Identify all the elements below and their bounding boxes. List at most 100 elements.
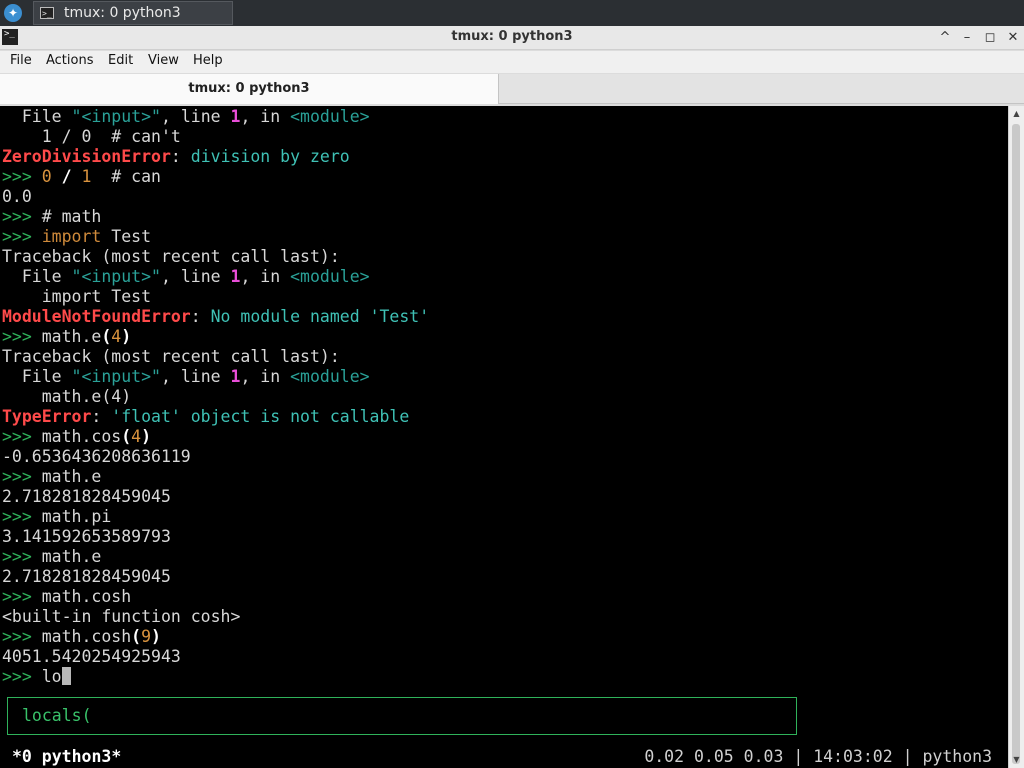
terminal-line: 2.718281828459045 bbox=[2, 487, 171, 507]
terminal-line: 2.718281828459045 bbox=[2, 567, 171, 587]
terminal-text: File bbox=[2, 367, 72, 386]
terminal-icon: >_ bbox=[40, 7, 54, 19]
terminal-text: ) bbox=[121, 327, 132, 346]
terminal-text: 2.718281828459045 bbox=[2, 567, 171, 586]
menu-file[interactable]: File bbox=[10, 53, 32, 68]
vertical-scrollbar[interactable]: ▲ ▼ bbox=[1008, 106, 1024, 768]
terminal-text: math.e bbox=[41, 327, 102, 346]
terminal-text: >>> bbox=[2, 547, 42, 566]
terminal-text: Traceback (most recent call last): bbox=[2, 247, 340, 266]
terminal-text: , in bbox=[240, 267, 291, 286]
menu-help[interactable]: Help bbox=[193, 53, 223, 68]
terminal-text: division by zero bbox=[190, 147, 350, 166]
terminal-text: <module> bbox=[290, 107, 370, 126]
terminal-line: math.e(4) bbox=[2, 387, 131, 407]
terminal-line: ModuleNotFoundError: No module named 'Te… bbox=[2, 307, 429, 327]
terminal-output[interactable]: File "<input>", line 1, in <module> 1 / … bbox=[0, 106, 1008, 768]
terminal-line: ZeroDivisionError: division by zero bbox=[2, 147, 350, 167]
terminal-text: / bbox=[61, 167, 72, 186]
menubar: File Actions Edit View Help bbox=[0, 51, 1024, 73]
terminal-text: 'float' object is not callable bbox=[111, 407, 410, 426]
completion-suggestion[interactable]: locals( bbox=[22, 706, 92, 725]
scrollbar-thumb[interactable] bbox=[1012, 124, 1020, 764]
close-button[interactable]: ✕ bbox=[1004, 29, 1022, 47]
terminal-text: TypeError bbox=[2, 407, 92, 426]
terminal-text: 4051.5420254925943 bbox=[2, 647, 181, 666]
terminal-line: TypeError: 'float' object is not callabl… bbox=[2, 407, 409, 427]
terminal-line: >>> 0 / 1 # can bbox=[2, 167, 161, 187]
terminal-text: , line bbox=[160, 267, 231, 286]
terminal-text: 1 / 0 # can't bbox=[2, 127, 181, 146]
terminal-text: "<input>" bbox=[71, 107, 161, 126]
terminal-text: math.e bbox=[41, 547, 102, 566]
terminal-text: <module> bbox=[290, 267, 370, 286]
terminal-text: , in bbox=[240, 107, 291, 126]
terminal-line: File "<input>", line 1, in <module> bbox=[2, 267, 370, 287]
terminal-text: No module named 'Test' bbox=[210, 307, 430, 326]
terminal-text: >>> bbox=[2, 587, 42, 606]
window-title: tmux: 0 python3 bbox=[451, 29, 573, 44]
terminal-text: 9 bbox=[141, 627, 152, 646]
terminal-text: 4 bbox=[131, 427, 142, 446]
terminal-text: 1 bbox=[230, 267, 241, 286]
terminal-text: File bbox=[2, 107, 72, 126]
terminal-line: >>> import Test bbox=[2, 227, 151, 247]
terminal-line: >>> math.cos(4) bbox=[2, 427, 151, 447]
terminal-text: # math bbox=[41, 207, 102, 226]
taskbar-task-button[interactable]: >_ tmux: 0 python3 bbox=[33, 1, 233, 25]
terminal-line: 3.141592653589793 bbox=[2, 527, 171, 547]
terminal-line: 0.0 bbox=[2, 187, 32, 207]
terminal-text: 4 bbox=[111, 327, 122, 346]
menu-edit[interactable]: Edit bbox=[108, 53, 133, 68]
terminal-text: File bbox=[2, 267, 72, 286]
terminal-text: >>> bbox=[2, 427, 42, 446]
terminal-text: ( bbox=[101, 327, 112, 346]
terminal-line: File "<input>", line 1, in <module> bbox=[2, 367, 370, 387]
terminal-text: math.pi bbox=[41, 507, 112, 526]
terminal-text: 1 bbox=[81, 167, 92, 186]
terminal-text: import bbox=[41, 227, 102, 246]
terminal-text: , line bbox=[160, 367, 231, 386]
window-titlebar[interactable]: >_ tmux: 0 python3 ^ – ◻ ✕ bbox=[0, 26, 1024, 50]
terminal-text: 2.718281828459045 bbox=[2, 487, 171, 506]
terminal-text: >>> bbox=[2, 227, 42, 246]
terminal-text: : bbox=[190, 307, 211, 326]
terminal-text: lo bbox=[41, 667, 62, 686]
app-menu-icon[interactable]: ✦ bbox=[4, 4, 22, 22]
terminal-text: math.cosh bbox=[41, 627, 132, 646]
taskbar-task-label: tmux: 0 python3 bbox=[64, 5, 181, 21]
terminal-text: ( bbox=[121, 427, 132, 446]
terminal-text: ZeroDivisionError bbox=[2, 147, 171, 166]
terminal-line: >>> # math bbox=[2, 207, 101, 227]
terminal-text: >>> bbox=[2, 627, 42, 646]
terminal-text: , in bbox=[240, 367, 291, 386]
completion-popup[interactable]: locals( bbox=[7, 697, 797, 735]
menu-actions[interactable]: Actions bbox=[46, 53, 94, 68]
tab-tmux[interactable]: tmux: 0 python3 bbox=[0, 74, 499, 104]
terminal-line: 4051.5420254925943 bbox=[2, 647, 181, 667]
terminal-text: 0.0 bbox=[2, 187, 32, 206]
terminal-line: Traceback (most recent call last): bbox=[2, 347, 340, 367]
maximize-button[interactable]: – bbox=[958, 29, 976, 47]
terminal-text: ( bbox=[131, 627, 142, 646]
terminal-line: -0.6536436208636119 bbox=[2, 447, 191, 467]
terminal-line: >>> math.e bbox=[2, 547, 101, 567]
terminal-text: , line bbox=[160, 107, 231, 126]
terminal-line: >>> lo bbox=[2, 667, 71, 687]
scroll-up-arrow-icon[interactable]: ▲ bbox=[1009, 107, 1024, 121]
minimize-button[interactable]: ^ bbox=[936, 29, 954, 47]
scroll-down-arrow-icon[interactable]: ▼ bbox=[1009, 753, 1024, 767]
terminal-text: math.cosh bbox=[41, 587, 132, 606]
terminal-text: -0.6536436208636119 bbox=[2, 447, 191, 466]
restore-button[interactable]: ◻ bbox=[981, 29, 999, 47]
terminal-text: math.cos bbox=[41, 427, 122, 446]
terminal-text: >>> bbox=[2, 467, 42, 486]
terminal-line: >>> math.cosh bbox=[2, 587, 131, 607]
tmux-window-name[interactable]: *0 python3* bbox=[12, 746, 121, 768]
terminal-text: ModuleNotFoundError bbox=[2, 307, 191, 326]
terminal-text: # can bbox=[91, 167, 161, 186]
terminal-text: : bbox=[170, 147, 191, 166]
menu-view[interactable]: View bbox=[148, 53, 179, 68]
